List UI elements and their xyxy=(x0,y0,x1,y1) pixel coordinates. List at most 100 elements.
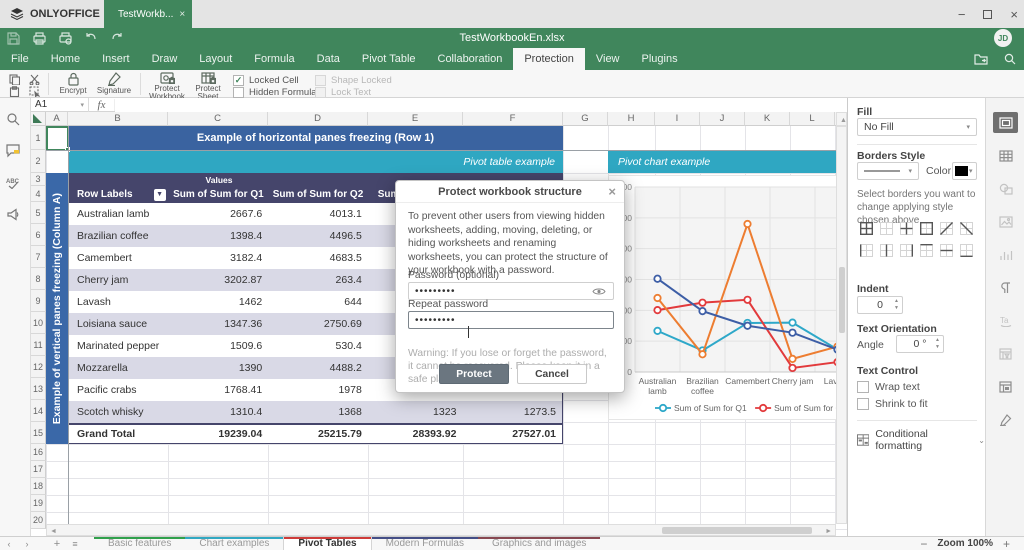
select-all-icon[interactable] xyxy=(26,85,42,97)
row-header-15[interactable]: 15 xyxy=(31,422,46,444)
vertical-scroll-thumb[interactable] xyxy=(839,267,845,333)
zoom-out-icon[interactable]: − xyxy=(920,537,927,550)
value-cell[interactable]: 28393.92 xyxy=(368,425,463,443)
row-header-7[interactable]: 7 xyxy=(31,246,46,268)
sheet-list-icon[interactable]: ≡ xyxy=(66,537,84,550)
value-cell[interactable]: 27527.01 xyxy=(462,425,562,443)
border-diag-up-button[interactable] xyxy=(937,220,955,237)
row-header-20[interactable]: 20 xyxy=(31,512,46,529)
column-header-F[interactable]: F xyxy=(463,112,563,126)
stepper-arrows-icon[interactable]: ▲▼ xyxy=(894,298,899,312)
fill-select[interactable]: No Fill▾ xyxy=(857,118,977,136)
column-header-K[interactable]: K xyxy=(745,112,790,126)
spellcheck-icon[interactable]: ABC xyxy=(6,176,24,194)
row-label-cell[interactable]: Australian lamb xyxy=(69,203,169,225)
row-label-cell[interactable]: Grand Total xyxy=(69,425,169,443)
save-icon[interactable] xyxy=(0,29,26,47)
value-cell[interactable]: 644 xyxy=(268,291,368,313)
formula-input[interactable] xyxy=(115,98,847,112)
frozen-column-banner[interactable]: Example of vertical panes freezing (Colu… xyxy=(46,173,68,444)
image-settings-icon[interactable] xyxy=(993,211,1018,232)
repeat-password-field[interactable] xyxy=(408,311,614,329)
stepper-arrows-icon[interactable]: ▲▼ xyxy=(935,337,940,351)
value-cell[interactable]: 1398.4 xyxy=(169,225,269,247)
row-labels-header[interactable]: Row Labels ▼ xyxy=(69,187,169,203)
value-cell[interactable]: 2750.69 xyxy=(268,313,368,335)
encrypt-button[interactable]: Encrypt xyxy=(54,71,92,95)
border-all-button[interactable] xyxy=(857,220,875,237)
close-window-icon[interactable]: × xyxy=(1010,7,1018,22)
signature-button[interactable]: Signature xyxy=(92,71,136,95)
show-password-icon[interactable] xyxy=(592,287,606,299)
sheet-tab-pivot-tables[interactable]: Pivot Tables xyxy=(283,537,371,550)
protect-sheet-button[interactable]: Protect Sheet xyxy=(190,71,226,101)
border-color-picker[interactable]: ▾ xyxy=(952,162,977,180)
password-field[interactable] xyxy=(408,282,614,300)
text-art-settings-icon[interactable]: Ta xyxy=(993,310,1018,331)
border-inside-vertical-button[interactable] xyxy=(877,242,895,259)
value-cell[interactable]: 4683.5 xyxy=(268,247,368,269)
locked-cell-checkbox[interactable]: ✓ Locked Cell xyxy=(233,75,299,86)
pivot-table-banner[interactable]: Pivot table example xyxy=(68,150,563,173)
protect-workbook-button[interactable]: Protect Workbook xyxy=(146,71,188,101)
column-header-G[interactable]: G xyxy=(563,112,608,126)
value-cell[interactable]: 1323 xyxy=(368,401,463,423)
row-header-12[interactable]: 12 xyxy=(31,356,46,378)
row-header-1[interactable]: 1 xyxy=(31,126,46,150)
shape-settings-icon[interactable] xyxy=(993,178,1018,199)
row-label-cell[interactable]: Cherry jam xyxy=(69,269,169,291)
border-diag-down-button[interactable] xyxy=(957,220,975,237)
menu-tab-data[interactable]: Data xyxy=(306,48,351,70)
row-header-5[interactable]: 5 xyxy=(31,202,46,224)
row-header-14[interactable]: 14 xyxy=(31,400,46,422)
menu-tab-formula[interactable]: Formula xyxy=(243,48,305,70)
redo-icon[interactable] xyxy=(104,29,130,47)
value-cell[interactable]: 1768.41 xyxy=(169,379,269,401)
row-header-18[interactable]: 18 xyxy=(31,478,46,495)
row-label-cell[interactable]: Pacific crabs xyxy=(69,379,169,401)
copy-icon[interactable] xyxy=(6,73,22,85)
menu-tab-protection[interactable]: Protection xyxy=(513,48,585,70)
menu-tab-plugins[interactable]: Plugins xyxy=(631,48,689,70)
menu-tab-draw[interactable]: Draw xyxy=(141,48,189,70)
paragraph-settings-icon[interactable] xyxy=(993,277,1018,298)
border-none-button[interactable] xyxy=(877,220,895,237)
row-header-3[interactable]: 3 xyxy=(31,173,46,186)
value-cell[interactable]: 19239.04 xyxy=(169,425,269,443)
menu-tab-view[interactable]: View xyxy=(585,48,631,70)
pivot-chart[interactable]: 020004000600080001000012000Australianlam… xyxy=(608,175,847,420)
column-header-C[interactable]: C xyxy=(168,112,268,126)
avatar[interactable]: JD xyxy=(994,29,1012,47)
value-cell[interactable]: 1509.6 xyxy=(169,335,269,357)
column-header-B[interactable]: B xyxy=(68,112,168,126)
cancel-button[interactable]: Cancel xyxy=(517,364,587,384)
value-cell[interactable]: 1347.36 xyxy=(169,313,269,335)
border-line-style-select[interactable]: ▾ xyxy=(857,162,919,180)
menu-tab-home[interactable]: Home xyxy=(40,48,91,70)
minimize-icon[interactable]: − xyxy=(958,7,966,22)
frozen-row-banner[interactable]: Example of horizontal panes freezing (Ro… xyxy=(68,126,563,150)
sheet-prev-icon[interactable]: ‹ xyxy=(0,537,18,550)
value-cell[interactable]: 4496.5 xyxy=(268,225,368,247)
horizontal-scroll-thumb[interactable] xyxy=(662,527,812,534)
row-label-cell[interactable]: Brazilian coffee xyxy=(69,225,169,247)
row-header-16[interactable]: 16 xyxy=(31,444,46,461)
cut-icon[interactable] xyxy=(26,73,42,85)
menu-tab-layout[interactable]: Layout xyxy=(188,48,243,70)
indent-stepper[interactable]: 0 ▲▼ xyxy=(857,296,903,314)
paste-icon[interactable] xyxy=(6,85,22,97)
select-all-corner[interactable] xyxy=(31,112,46,126)
dialog-close-icon[interactable]: × xyxy=(608,184,616,199)
column-header-H[interactable]: H xyxy=(608,112,655,126)
horizontal-scrollbar[interactable]: ◄ ► xyxy=(46,524,836,536)
value-cell[interactable]: 530.4 xyxy=(268,335,368,357)
value-cell[interactable]: 1368 xyxy=(268,401,368,423)
chevron-down-icon[interactable]: ▾ xyxy=(80,101,84,109)
maximize-icon[interactable] xyxy=(983,10,992,19)
value-cell[interactable]: 1978 xyxy=(268,379,368,401)
table-settings-icon[interactable] xyxy=(993,145,1018,166)
value-cell[interactable]: 1310.4 xyxy=(169,401,269,423)
row-header-9[interactable]: 9 xyxy=(31,290,46,312)
table-row[interactable]: Scotch whisky1310.4136813231273.5 xyxy=(69,401,562,423)
q2-column-header[interactable]: Sum of Sum for Q2 xyxy=(268,187,368,203)
